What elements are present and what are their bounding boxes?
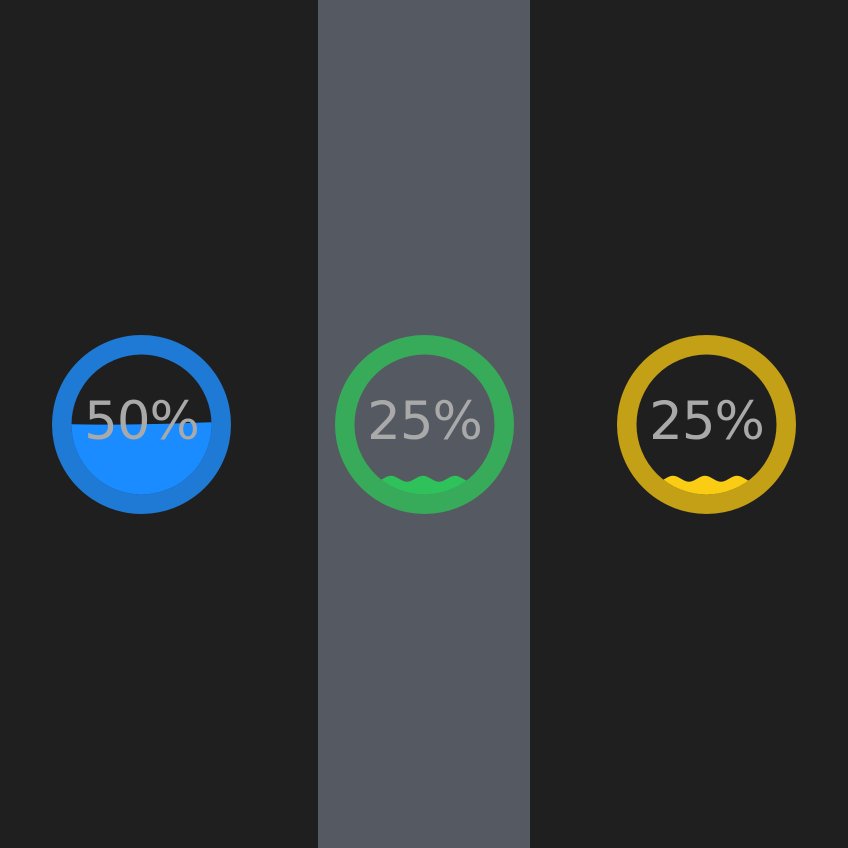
liquid-gauge-green: 25%	[335, 335, 514, 514]
liquid-gauge-green-graphic	[335, 335, 514, 514]
liquid-gauge-yellow: 25%	[617, 335, 796, 514]
liquid-gauge-yellow-graphic	[617, 335, 796, 514]
gauge-inner	[636, 354, 777, 495]
liquid-gauge-blue-graphic	[52, 335, 231, 514]
gauge-inner	[354, 354, 495, 495]
liquid-gauge-stage: 50% 25% 25%	[0, 0, 848, 848]
liquid-gauge-blue: 50%	[52, 335, 231, 514]
